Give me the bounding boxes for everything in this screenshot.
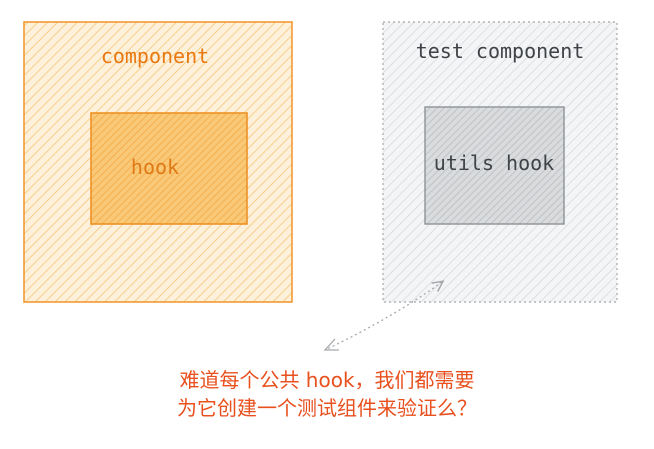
question-line-2: 为它创建一个测试组件来验证么？ <box>177 396 477 420</box>
utils-hook-label: utils hook <box>434 151 554 175</box>
component-label: component <box>101 44 209 68</box>
arrow-head <box>323 338 339 351</box>
hook-label: hook <box>131 155 179 179</box>
test-component-label: test component <box>416 39 585 63</box>
utils-hook-box: utils hook <box>424 106 565 225</box>
question-line-1: 难道每个公共 hook，我们都需要 <box>179 368 475 392</box>
question-text: 难道每个公共 hook，我们都需要 为它创建一个测试组件来验证么？ <box>0 366 654 422</box>
hook-box: hook <box>90 112 248 225</box>
